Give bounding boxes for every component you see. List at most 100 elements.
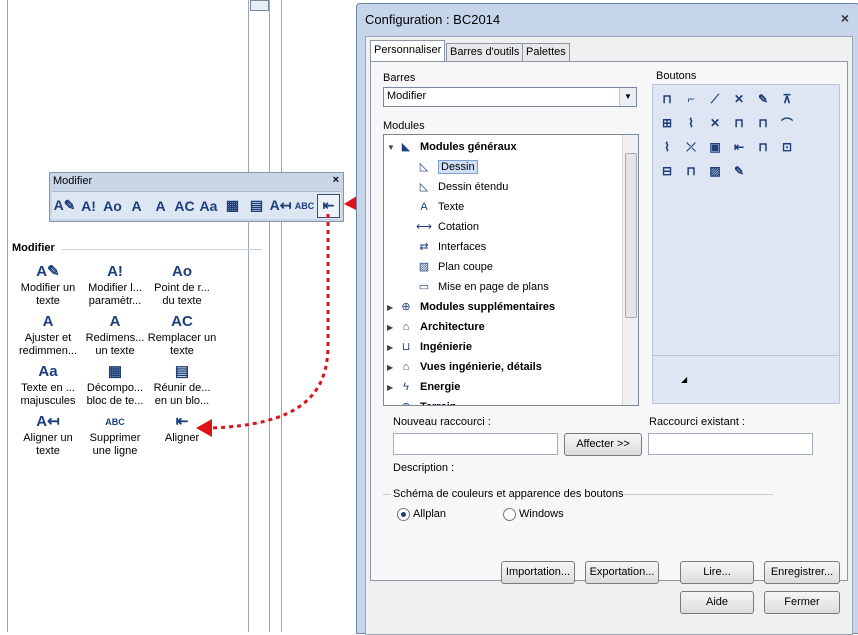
fermer-button[interactable]: Fermer [764, 591, 840, 614]
chevron-right-icon[interactable]: ▶ [387, 383, 393, 392]
tree-node[interactable]: ⌂ Architecture [398, 317, 485, 337]
tool-button-icon[interactable]: ✕ [705, 113, 725, 133]
tool-button-icon[interactable]: ⊼ [777, 89, 797, 109]
barres-select[interactable]: Modifier ▼ [383, 87, 637, 107]
tab-personnaliser[interactable]: Personnaliser [370, 40, 446, 62]
exportation-button[interactable]: Exportation... [585, 561, 659, 584]
tree-node[interactable]: ▭ Mise en page de plans [416, 277, 549, 297]
tool-button-icon[interactable]: ⌐ [681, 89, 701, 109]
tool-button-icon[interactable]: ✎ [753, 89, 773, 109]
tree-node[interactable]: ▨ Plan coupe [416, 257, 493, 277]
module-icon: ⊔ [401, 341, 411, 353]
module-icon: ⊕ [401, 301, 411, 313]
arrowhead-palette [196, 419, 212, 437]
modules-tree[interactable]: ▼ ◣ Modules généraux ◺ Dessin ◺ Dessin étendu A… [383, 134, 639, 406]
module-icon: ▨ [418, 261, 430, 273]
tree-node-label: Modules généraux [420, 141, 517, 153]
group-border [383, 494, 391, 495]
barres-value: Modifier [387, 90, 427, 102]
resize-grip-icon[interactable]: ◢ [681, 375, 687, 384]
configuration-dialog: Configuration : BC2014 × Personnaliser B… [356, 3, 858, 635]
dialog-client: Personnaliser Barres d'outils Palettes B… [365, 36, 853, 635]
module-icon: ⊕ [398, 400, 414, 405]
tree-node[interactable]: ⊔ Ingénierie [398, 337, 472, 357]
tree-node-label: Dessin [438, 160, 478, 174]
tree-node[interactable]: A Texte [416, 197, 464, 217]
tool-button-icon[interactable]: ▨ [705, 161, 725, 181]
close-icon[interactable]: × [841, 10, 849, 26]
tree-node-label: Texte [438, 201, 465, 213]
tree-node-label: Interfaces [438, 241, 487, 253]
tree-node-label: Vues ingénierie, détails [420, 361, 542, 373]
radio-windows[interactable] [503, 508, 516, 521]
tab-barres-outils[interactable]: Barres d'outils [446, 43, 524, 62]
tree-node[interactable]: ⇄ Interfaces [416, 237, 486, 257]
nouveau-raccourci-input[interactable] [393, 433, 558, 455]
grid-divider [653, 355, 839, 356]
affecter-button[interactable]: Affecter >> [564, 433, 642, 456]
tool-button-icon[interactable]: ✎ [729, 161, 749, 181]
tool-button-icon[interactable]: ▣ [705, 137, 725, 157]
chevron-right-icon[interactable]: ▶ [387, 323, 393, 332]
tree-scrollbar[interactable] [622, 135, 638, 405]
chevron-down-icon[interactable]: ▼ [619, 88, 636, 106]
chevron-right-icon[interactable]: ▶ [387, 343, 393, 352]
tree-node[interactable]: ◺ Dessin [416, 157, 478, 177]
tool-button-icon[interactable]: ⌇ [681, 113, 701, 133]
radio-allplan[interactable] [397, 508, 410, 521]
tool-button-icon[interactable]: ⊟ [657, 161, 677, 181]
tool-button-icon[interactable]: ⊓ [681, 161, 701, 181]
tool-button-icon[interactable]: ⇤ [729, 137, 749, 157]
tree-node-label: Ingénierie [420, 341, 472, 353]
tree-node-label: Modules supplémentaires [420, 301, 556, 313]
module-icon: ◣ [401, 141, 411, 153]
tree-node-label: Mise en page de plans [438, 281, 549, 293]
tool-button-icon[interactable]: ⊓ [657, 89, 677, 109]
radio-windows-label: Windows [519, 508, 564, 520]
raccourci-existant-label: Raccourci existant : [649, 416, 745, 428]
chevron-down-icon[interactable]: ▼ [387, 143, 395, 152]
boutons-grid: ◢ ⊓ ⌐ ⟋ ✕ ✎ ⊼ ⊞ ⌇ ✕ ⊓ ⊓ ⌒ ⌇ ⤫ ▣ ⇤ ⊓ ⊡ ⊟ ⊓ ▨ ✎ [652, 84, 840, 404]
module-icon: ▭ [418, 281, 430, 293]
tree-node[interactable]: ⊕ Modules supplémentaires [398, 297, 555, 317]
tool-button-icon[interactable]: ⊓ [753, 113, 773, 133]
tree-node[interactable]: ⌂ Vues ingénierie, détails [398, 357, 542, 377]
module-icon: ◺ [419, 181, 429, 193]
lire-button[interactable]: Lire... [680, 561, 754, 584]
tab-page: Barres Modifier ▼ Modules ▼ ◣ Modules géné… [370, 61, 848, 581]
tool-button-icon[interactable]: ✕ [729, 89, 749, 109]
module-icon: ⇄ [419, 241, 429, 253]
tool-button-icon[interactable]: ⌒ [777, 113, 797, 133]
tool-button-icon[interactable]: ⊡ [777, 137, 797, 157]
tool-button-icon[interactable]: ⌇ [657, 137, 677, 157]
dialog-title: Configuration : BC2014 [365, 12, 501, 27]
chevron-right-icon[interactable]: ▶ [387, 303, 393, 312]
tool-button-icon[interactable]: ⟋ [705, 89, 725, 109]
raccourci-existant-input [648, 433, 813, 455]
module-icon: ⌂ [402, 321, 410, 333]
description-label: Description : [393, 462, 455, 474]
tree-node-label: Dessin étendu [438, 181, 509, 193]
barres-label: Barres [383, 72, 416, 84]
importation-button[interactable]: Importation... [501, 561, 575, 584]
schema-label: Schéma de couleurs et apparence des bout… [393, 488, 624, 500]
enregistrer-button[interactable]: Enregistrer... [764, 561, 840, 584]
radio-allplan-label: Allplan [413, 508, 447, 520]
tree-node[interactable]: ◺ Dessin étendu [416, 177, 509, 197]
tree-scroll-thumb[interactable] [625, 153, 637, 318]
tool-button-icon[interactable]: ⊞ [657, 113, 677, 133]
chevron-right-icon[interactable]: ▶ [387, 363, 393, 372]
tool-button-icon[interactable]: ⊓ [729, 113, 749, 133]
aide-button[interactable]: Aide [680, 591, 754, 614]
tree-node-label: Architecture [420, 321, 485, 333]
module-icon: ϟ [403, 381, 409, 393]
tree-node[interactable]: ϟ Energie [398, 377, 460, 397]
tree-node[interactable]: ◣ Modules généraux [398, 137, 517, 157]
chevron-right-icon[interactable]: ▶ [387, 403, 393, 405]
tool-button-icon[interactable]: ⊓ [753, 137, 773, 157]
tree-node[interactable]: ⊕ Terrain [398, 397, 456, 405]
tab-palettes[interactable]: Palettes [522, 43, 570, 62]
module-icon: A [420, 201, 428, 213]
tool-button-icon[interactable]: ⤫ [681, 137, 701, 157]
tree-node[interactable]: ⟷ Cotation [416, 217, 479, 237]
